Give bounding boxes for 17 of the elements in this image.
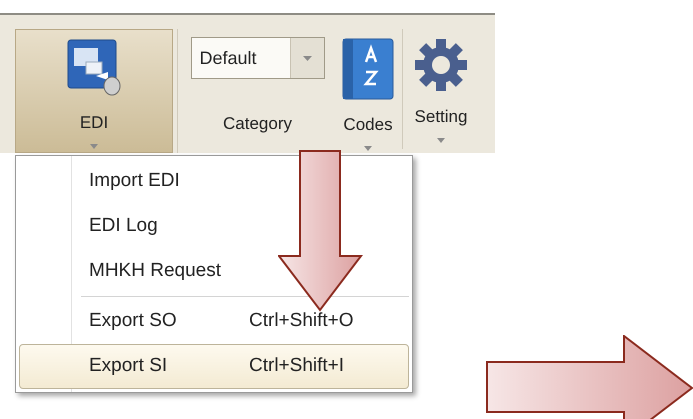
category-dropdown[interactable]: Default <box>190 37 324 79</box>
gear-icon <box>414 38 468 92</box>
caret-icon <box>302 56 312 60</box>
edi-button[interactable]: EDI <box>15 29 173 153</box>
menu-item[interactable]: EDI Log <box>19 204 409 249</box>
caret-icon <box>437 138 445 142</box>
caret-icon <box>364 146 372 150</box>
codes-button[interactable]: Codes <box>337 29 399 153</box>
menu-item[interactable]: Export SO Ctrl+Shift+O <box>19 299 409 344</box>
window-transfer-icon <box>66 38 122 98</box>
menu-item[interactable]: Import EDI <box>19 159 409 204</box>
menu-item[interactable]: Export SI Ctrl+Shift+I <box>19 344 409 389</box>
caret-icon <box>90 144 98 148</box>
category-label: Category <box>223 113 292 135</box>
menu-item[interactable]: MHKH Request <box>19 249 409 294</box>
settings-button[interactable]: Setting <box>406 29 476 153</box>
az-book-icon <box>342 38 394 100</box>
